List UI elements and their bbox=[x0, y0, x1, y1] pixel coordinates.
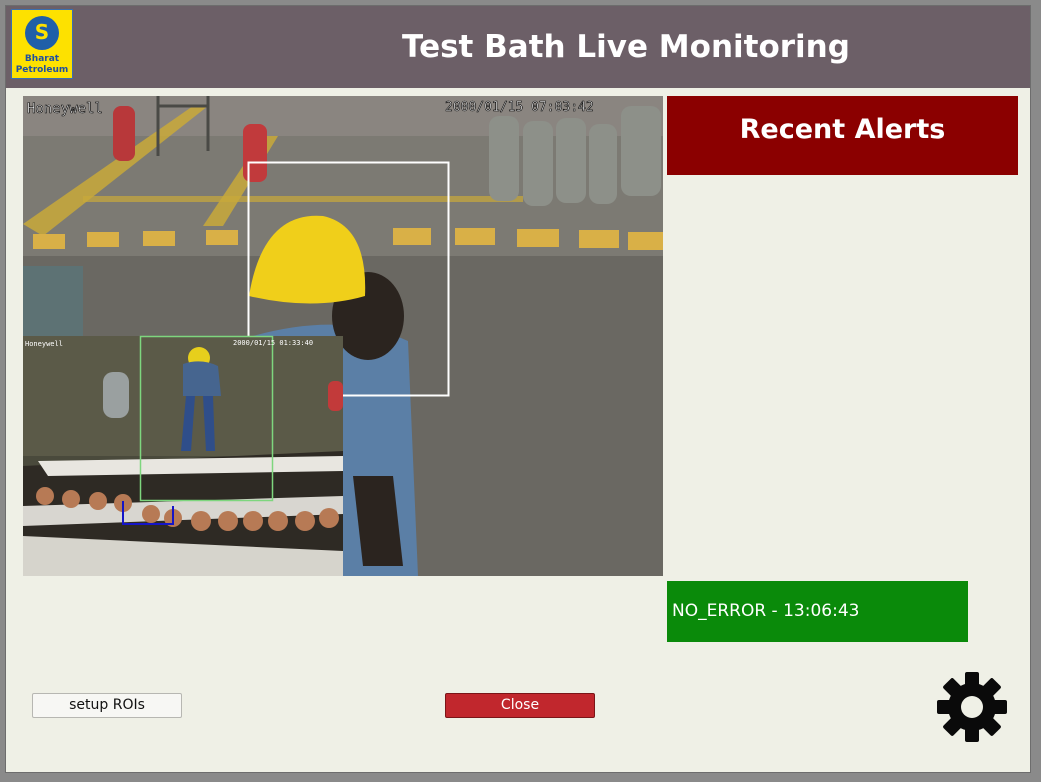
inset-brand-label: Honeywell bbox=[25, 340, 63, 348]
inset-camera-feed: Honeywell 2000/01/15 01:33:40 bbox=[23, 335, 343, 576]
bharat-petroleum-logo: S Bharat Petroleum bbox=[11, 9, 73, 79]
gear-icon[interactable] bbox=[936, 671, 1008, 743]
camera-feed-image: Honeywell 2000/01/15 07:03:42 Honeywell … bbox=[23, 96, 663, 576]
recent-alerts-title: Recent Alerts bbox=[739, 114, 946, 145]
feed-brand-label: Honeywell bbox=[27, 101, 103, 117]
logo-line-1: Bharat bbox=[24, 54, 60, 64]
inset-timestamp: 2000/01/15 01:33:40 bbox=[233, 339, 313, 347]
close-button[interactable]: Close bbox=[445, 693, 595, 718]
title-bar: S Bharat Petroleum Test Bath Live Monito… bbox=[6, 6, 1030, 88]
status-badge: NO_ERROR - 13:06:43 bbox=[667, 581, 968, 642]
recent-alerts-panel: Recent Alerts bbox=[667, 96, 1018, 175]
setup-rois-button[interactable]: setup ROIs bbox=[32, 693, 182, 718]
status-text: NO_ERROR - 13:06:43 bbox=[672, 601, 860, 621]
app-window: S Bharat Petroleum Test Bath Live Monito… bbox=[5, 5, 1031, 773]
camera-feed: Honeywell 2000/01/15 07:03:42 Honeywell … bbox=[23, 96, 663, 576]
feed-timestamp: 2000/01/15 07:03:42 bbox=[445, 100, 594, 115]
logo-emblem: S bbox=[25, 16, 59, 50]
logo-line-2: Petroleum bbox=[15, 65, 69, 75]
page-title: Test Bath Live Monitoring bbox=[402, 29, 850, 65]
